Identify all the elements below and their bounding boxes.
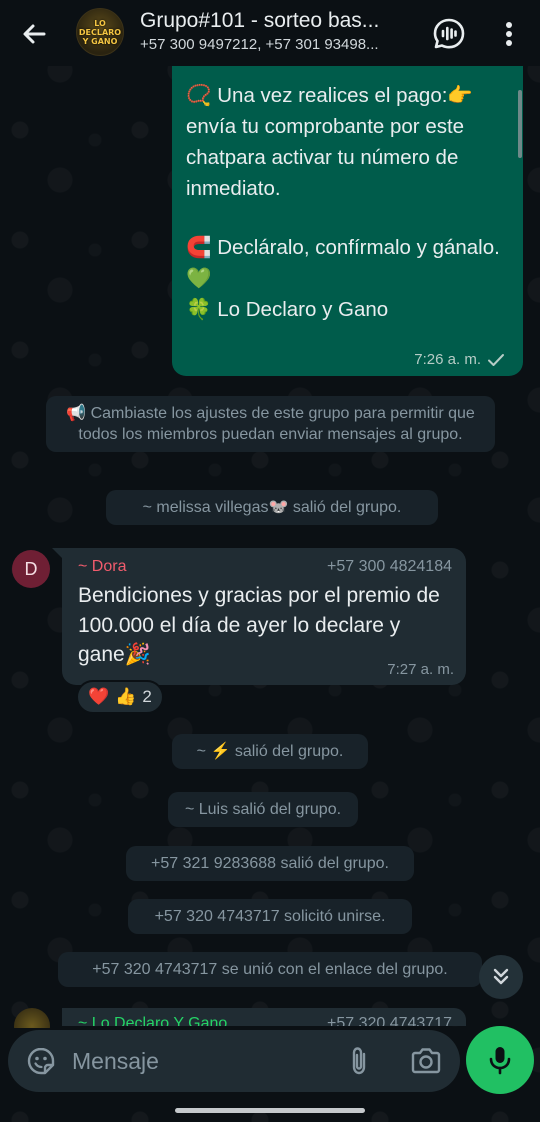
chat-title: Grupo#101 - sorteo bas... xyxy=(140,9,380,32)
back-arrow-icon[interactable] xyxy=(18,18,50,50)
magnet-emoji: 🧲 xyxy=(186,236,212,259)
clover-emoji: 🍀 xyxy=(186,298,212,321)
system-message-settings-text: Cambiaste los ajustes de este grupo para… xyxy=(78,405,475,443)
megaphone-icon: 📢 xyxy=(66,405,87,422)
system-message-left-3: ~ Luis salió del grupo. xyxy=(168,792,358,827)
voice-chat-icon[interactable] xyxy=(432,17,466,51)
green-heart-emoji: 💚 xyxy=(186,267,212,290)
outgoing-line-4: Lo Declaro y Gano xyxy=(217,298,389,321)
incoming-message-text: Bendiciones y gracias por el premio de 1… xyxy=(78,581,452,670)
system-message-left-4: +57 321 9283688 salió del grupo. xyxy=(126,846,414,881)
system-message-left-1: ~ melissa villegas🐭 salió del grupo. xyxy=(106,490,438,525)
message-input[interactable] xyxy=(72,1040,332,1082)
message-composer xyxy=(8,1030,460,1092)
sender-phone: +57 300 4824184 xyxy=(326,558,452,575)
scrollbar-thumb[interactable] xyxy=(518,90,522,158)
chevron-double-down-icon xyxy=(493,968,509,985)
pointing-right-emoji: 👉 xyxy=(447,84,473,107)
partial-sender-phone: +57 320 4743717 xyxy=(326,1015,452,1026)
outgoing-line-3: Decláralo, confírmalo y gánalo. xyxy=(217,236,500,259)
system-message-joined: +57 320 4743717 se unió con el enlace de… xyxy=(58,952,482,987)
incoming-message-time: 7:27 a. m. xyxy=(387,661,454,678)
more-options-icon[interactable] xyxy=(496,18,522,50)
partial-sender-avatar xyxy=(14,1008,50,1028)
thumbs-up-emoji: 👍 xyxy=(115,687,137,706)
system-message-request: +57 320 4743717 solicitó unirse. xyxy=(128,899,412,934)
single-check-icon xyxy=(488,353,504,366)
chat-title-block[interactable]: Grupo#101 - sorteo bas... +57 300 949721… xyxy=(140,8,425,55)
partial-sender-name: ~ Lo Declaro Y Gano xyxy=(78,1015,228,1026)
scroll-to-bottom-button[interactable] xyxy=(479,955,523,999)
sticker-icon[interactable] xyxy=(26,1046,56,1076)
chat-header: LO DECLARO Y GANO Grupo#101 - sorteo bas… xyxy=(0,0,540,66)
reactions-pill[interactable]: ❤️ 👍 2 xyxy=(76,680,164,714)
group-avatar[interactable]: LO DECLARO Y GANO xyxy=(76,8,124,56)
party-popper-emoji: 🎉 xyxy=(124,643,151,666)
voice-record-button[interactable] xyxy=(466,1026,534,1094)
camera-icon[interactable] xyxy=(410,1046,442,1076)
partial-message-bubble[interactable]: ~ Lo Declaro Y Gano +57 320 4743717 xyxy=(62,1008,466,1026)
outgoing-line-1: Una vez realices el pago: xyxy=(217,84,448,107)
paperclip-icon[interactable] xyxy=(344,1045,374,1077)
mic-icon xyxy=(489,1047,511,1075)
reaction-count: 2 xyxy=(142,687,152,706)
sender-name[interactable]: ~ Dora xyxy=(78,556,126,578)
group-logo-text: LO DECLARO Y GANO xyxy=(78,18,122,46)
outgoing-message-time: 7:26 a. m. xyxy=(414,351,481,368)
system-message-settings: 📢 Cambiaste los ajustes de este grupo pa… xyxy=(46,396,495,452)
outgoing-message-meta: 7:26 a. m. xyxy=(414,351,505,368)
heart-emoji: ❤️ xyxy=(88,687,110,706)
outgoing-message-text: 📿 Una vez realices el pago:👉 envía tu co… xyxy=(186,80,507,325)
system-message-left-2: ~ ⚡ salió del grupo. xyxy=(172,734,368,769)
home-gesture-bar[interactable] xyxy=(175,1108,365,1113)
prayer-beads-emoji: 📿 xyxy=(186,84,212,107)
outgoing-line-2: envía tu comprobante por este chatpara a… xyxy=(186,115,465,200)
incoming-message-bubble[interactable]: ~ Dora +57 300 4824184 Bendiciones y gra… xyxy=(62,548,466,685)
chat-participants: +57 300 9497212, +57 301 93498... xyxy=(140,36,379,53)
sender-avatar[interactable]: D xyxy=(12,550,50,588)
outgoing-message-bubble[interactable]: 📿 Una vez realices el pago:👉 envía tu co… xyxy=(172,66,523,376)
